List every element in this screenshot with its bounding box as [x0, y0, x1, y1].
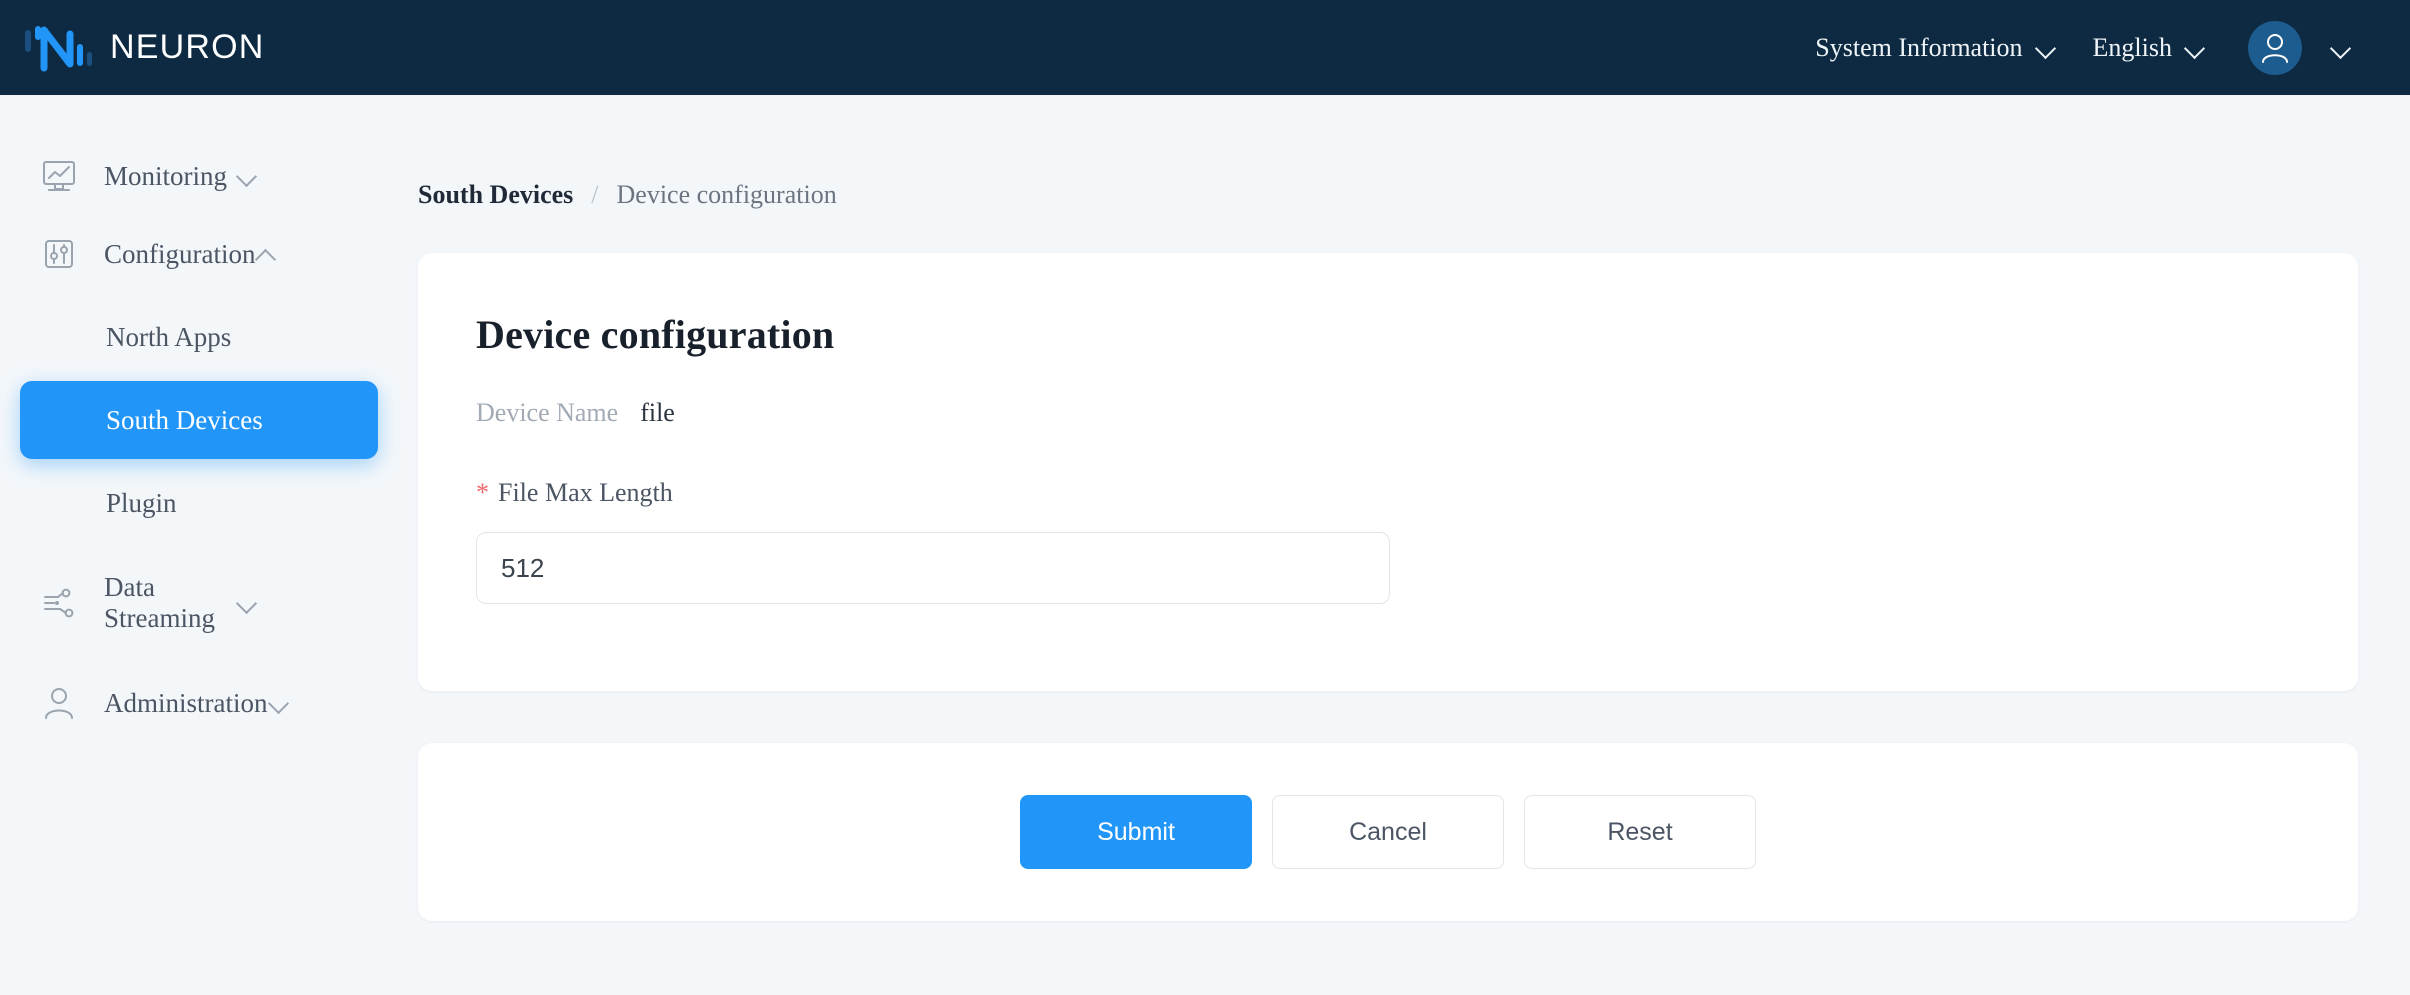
sidebar-subitem-label: Plugin — [106, 488, 177, 519]
file-max-length-input[interactable] — [476, 532, 1390, 604]
data-flow-icon — [36, 580, 82, 626]
user-avatar-icon — [2258, 31, 2292, 65]
brand-name: NEURON — [110, 28, 265, 67]
sidebar-item-label: Monitoring — [104, 161, 236, 192]
language-menu[interactable]: English — [2093, 33, 2206, 63]
chevron-up-icon — [255, 243, 277, 265]
language-label: English — [2093, 33, 2172, 63]
monitor-chart-icon — [36, 153, 82, 199]
system-information-menu[interactable]: System Information — [1815, 33, 2056, 63]
breadcrumb-separator: / — [591, 180, 598, 210]
sidebar-item-label: Administration — [104, 688, 268, 719]
sidebar-subitem-label: North Apps — [106, 322, 231, 353]
sidebar-item-north-apps[interactable]: North Apps — [0, 298, 418, 376]
submit-button[interactable]: Submit — [1020, 795, 1252, 869]
sidebar-item-label: Configuration — [104, 239, 255, 270]
sidebar-subitem-label: South Devices — [106, 405, 263, 436]
breadcrumb-root[interactable]: South Devices — [418, 180, 573, 210]
sidebar-item-monitoring[interactable]: Monitoring — [0, 137, 418, 215]
reset-button[interactable]: Reset — [1524, 795, 1756, 869]
app-header: NEURON System Information English — [0, 0, 2410, 95]
sidebar-item-south-devices[interactable]: South Devices — [20, 381, 378, 459]
brand[interactable]: NEURON — [22, 0, 265, 95]
sidebar-item-administration[interactable]: Administration — [0, 664, 418, 742]
required-marker: * — [476, 480, 489, 506]
sidebar-item-label: Data Streaming — [104, 572, 236, 634]
sidebar-item-data-streaming[interactable]: Data Streaming — [0, 564, 418, 642]
sidebar-item-configuration[interactable]: Configuration — [0, 215, 418, 293]
chevron-down-icon — [236, 592, 258, 614]
cancel-button[interactable]: Cancel — [1272, 795, 1504, 869]
breadcrumb: South Devices / Device configuration — [418, 175, 2410, 215]
sidebar-item-plugin[interactable]: Plugin — [0, 464, 418, 542]
main-content: South Devices / Device configuration Dev… — [418, 95, 2410, 995]
chevron-down-icon — [2330, 37, 2352, 59]
chevron-down-icon — [236, 165, 258, 187]
chevron-down-icon — [2035, 37, 2057, 59]
file-max-length-label: File Max Length — [498, 478, 673, 508]
page-title: Device configuration — [476, 311, 2300, 358]
form-actions-card: Submit Cancel Reset — [418, 743, 2358, 921]
chevron-down-icon — [268, 692, 290, 714]
device-name-value: file — [640, 398, 675, 428]
sliders-icon — [36, 231, 82, 277]
system-information-label: System Information — [1815, 33, 2022, 63]
person-icon — [36, 680, 82, 726]
device-configuration-card: Device configuration Device Name file * … — [418, 253, 2358, 691]
account-menu-toggle[interactable] — [2330, 37, 2352, 59]
button-row: Submit Cancel Reset — [1020, 795, 1776, 869]
neuron-logo-icon — [22, 24, 96, 72]
avatar[interactable] — [2248, 21, 2302, 75]
header-actions: System Information English — [1779, 0, 2410, 95]
device-name-label: Device Name — [476, 398, 618, 428]
sidebar: Monitoring Configuration North Apps Sout… — [0, 95, 418, 995]
device-name-row: Device Name file — [476, 398, 2300, 428]
file-max-length-label-row: * File Max Length — [476, 478, 2300, 508]
breadcrumb-current: Device configuration — [617, 180, 837, 210]
chevron-down-icon — [2184, 37, 2206, 59]
